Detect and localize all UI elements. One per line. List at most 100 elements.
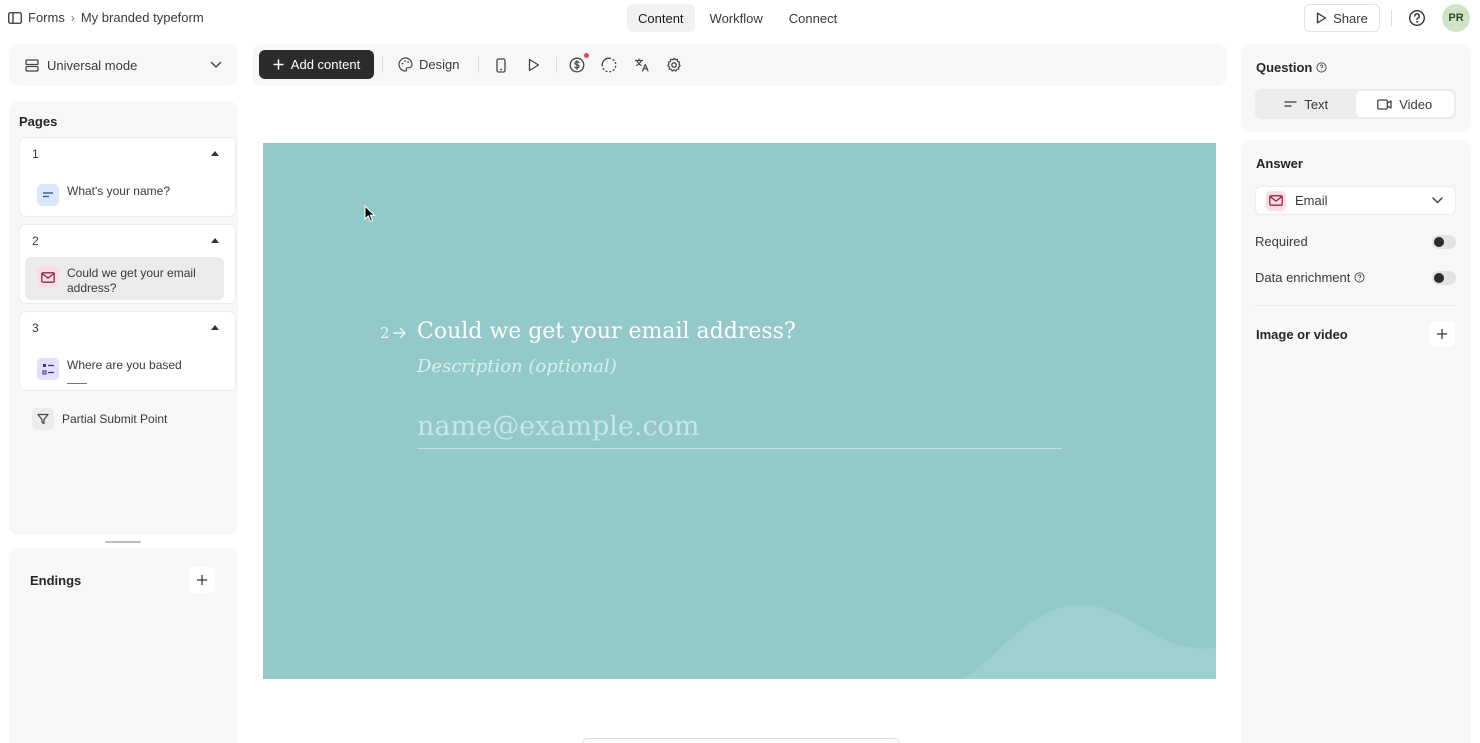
plus-icon [197,575,207,585]
mobile-preview-icon[interactable] [492,56,510,74]
top-bar: Forms › My branded typeform Content Work… [0,0,1480,36]
play-icon [1316,12,1327,24]
page-group-3: 3 Where are you based [19,311,236,391]
info-icon[interactable] [1316,62,1327,73]
tab-content[interactable]: Content [627,4,695,32]
collapse-caret-icon[interactable] [211,238,219,243]
question-item-email[interactable]: Could we get your email address? [25,257,224,300]
question-item-location[interactable]: Where are you based [25,349,224,390]
data-enrichment-option: Data enrichment [1255,270,1456,285]
answer-settings-panel: Answer Email Required Data enrichment Im… [1241,140,1471,743]
palette-icon [398,57,413,72]
answer-type-select[interactable]: Email [1255,186,1456,215]
question-type-text-label: Text [1304,96,1329,112]
add-ending-button[interactable] [189,567,215,593]
required-label: Required [1255,234,1308,249]
page-group-1: 1 What's your name? [19,137,236,217]
required-option: Required [1255,234,1456,249]
toolbar-divider [556,57,557,73]
sidebar-panel-icon[interactable] [8,11,22,24]
plus-icon [1437,329,1447,339]
short-text-icon [37,184,59,206]
layers-icon [25,58,39,72]
answer-label: Answer [1256,156,1303,171]
add-content-label: Add content [290,57,361,72]
editor-toolbar: Add content Design [252,44,1227,86]
question-type-text[interactable]: Text [1257,91,1356,117]
mode-select[interactable]: Universal mode [9,44,238,86]
endings-title: Endings [30,573,82,588]
mouse-cursor-icon [364,205,376,223]
add-media-button[interactable] [1429,321,1455,347]
pages-title: Pages [19,114,58,129]
question-number-value: 2 [380,324,390,342]
pages-panel: Pages 1 What's your name? 2 Could we get… [9,101,238,535]
tab-connect[interactable]: Connect [778,4,848,32]
question-item-name[interactable]: What's your name? [25,175,224,212]
page-group-2: 2 Could we get your email address? [19,224,236,304]
image-video-label: Image or video [1256,327,1348,342]
form-preview-canvas[interactable]: 2 Could we get your email address? Descr… [263,143,1216,679]
gear-icon[interactable] [665,56,683,74]
breadcrumb-form-name[interactable]: My branded typeform [81,10,204,25]
question-type-video[interactable]: Video [1355,91,1454,117]
question-type-video-label: Video [1399,96,1433,112]
email-answer-input[interactable] [417,405,1062,449]
page-number: 2 [32,234,39,248]
toolbar-divider [382,57,383,73]
add-content-button[interactable]: Add content [259,50,374,79]
question-label-text: Question [1256,60,1313,75]
mail-icon [37,266,59,288]
translate-icon[interactable] [633,56,651,74]
panel-resize-handle[interactable] [105,541,141,543]
multiple-choice-icon [37,358,59,380]
chevron-right-icon: › [70,10,75,25]
mail-icon [1266,190,1286,211]
notification-dot [584,53,589,58]
share-button[interactable]: Share [1304,4,1380,32]
dollar-icon[interactable] [568,56,586,74]
endings-panel: Endings [9,548,238,743]
partial-submit-label: Partial Submit Point [62,412,168,426]
page-number: 3 [32,321,39,335]
question-item-label-line1: Could we get your email [67,266,196,280]
plus-icon [273,59,284,70]
question-description[interactable]: Description (optional) [417,356,617,377]
question-item-label-text: Where are you based [67,358,182,372]
funnel-icon [32,408,54,430]
loading-icon[interactable] [600,56,618,74]
question-item-label-line2: address? [67,281,117,295]
collapse-caret-icon[interactable] [211,325,219,330]
design-label: Design [419,57,460,72]
partial-submit-point[interactable]: Partial Submit Point [32,408,167,430]
required-toggle[interactable] [1432,234,1456,249]
question-item-label: What's your name? [67,184,171,198]
share-label: Share [1333,10,1368,26]
avatar[interactable]: PR [1442,4,1470,32]
question-item-label: Could we get your email address? [67,263,196,296]
tab-workflow[interactable]: Workflow [699,4,774,32]
bottom-navigator[interactable] [582,738,900,743]
help-icon[interactable] [1408,9,1426,27]
mode-select-label: Universal mode [47,57,138,73]
text-lines-icon [1284,101,1297,107]
data-enrichment-toggle[interactable] [1432,270,1456,285]
header-divider [1391,10,1392,26]
collapse-caret-icon[interactable] [211,151,219,156]
section-divider [1255,305,1456,306]
question-title[interactable]: Could we get your email address? [417,319,796,344]
data-enrichment-label: Data enrichment [1255,270,1351,285]
arrow-right-icon [392,327,406,339]
label-underline [67,383,87,384]
breadcrumb: Forms › My branded typeform [8,10,204,25]
question-label: Question [1256,60,1327,75]
play-icon[interactable] [525,56,543,74]
question-item-label: Where are you based [67,355,182,384]
info-icon[interactable] [1354,272,1365,283]
design-button[interactable]: Design [398,50,459,79]
video-camera-icon [1377,98,1392,110]
breadcrumb-forms-link[interactable]: Forms [28,10,65,25]
toolbar-divider [478,57,479,73]
answer-type-value: Email [1295,193,1328,208]
chevron-down-icon [210,61,222,69]
